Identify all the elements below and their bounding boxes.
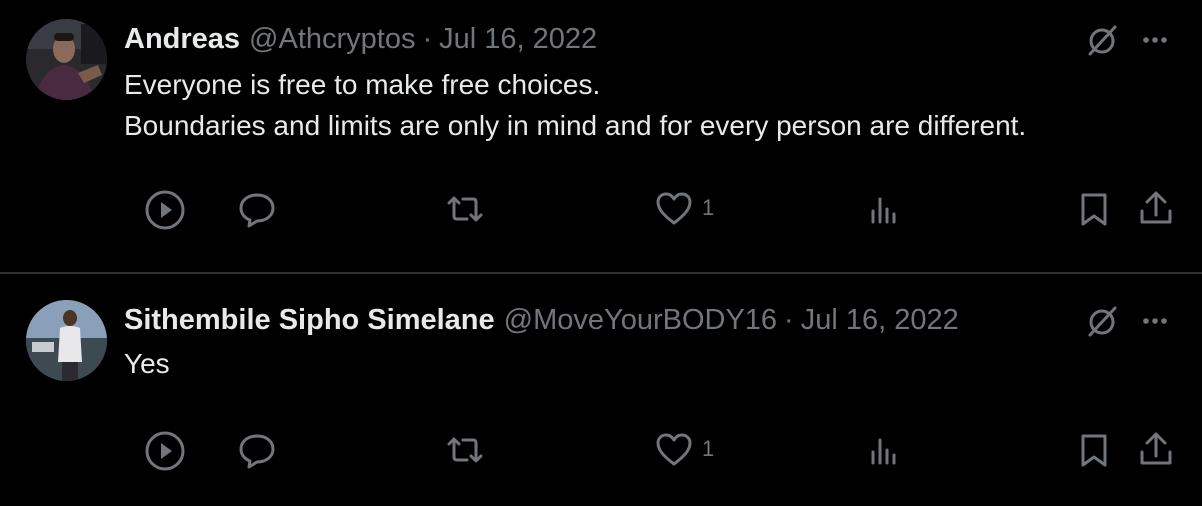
bookmark-icon <box>1081 434 1107 467</box>
tweet-text-line: Boundaries and limits are only in mind a… <box>124 110 1027 141</box>
tweet-text: Everyone is free to make free choices. B… <box>124 64 1026 146</box>
speech-bubble-icon <box>239 434 275 469</box>
tweet-header: Andreas @Athcryptos · Jul 16, 2022 <box>124 21 597 57</box>
heart-icon <box>656 192 692 225</box>
tweet-date[interactable]: Jul 16, 2022 <box>439 21 597 57</box>
grok-slash-circle-icon[interactable] <box>1082 20 1122 60</box>
like-button[interactable]: 1 <box>654 183 714 233</box>
tweet[interactable]: Andreas @Athcryptos · Jul 16, 2022 Every… <box>0 0 1202 272</box>
separator-dot: · <box>422 23 433 55</box>
tweet-text: Yes <box>124 343 170 384</box>
like-count: 1 <box>702 436 715 461</box>
share-button[interactable] <box>1134 424 1178 474</box>
avatar[interactable] <box>26 19 107 100</box>
speech-bubble-icon <box>239 193 275 228</box>
retweet-button[interactable] <box>443 424 487 474</box>
play-button[interactable] <box>142 424 188 474</box>
more-horizontal-icon[interactable] <box>1135 301 1175 341</box>
more-horizontal-icon[interactable] <box>1135 20 1175 60</box>
avatar[interactable] <box>26 300 107 381</box>
tweet-text-line: Everyone is free to make free choices. <box>124 69 601 100</box>
display-name[interactable]: Andreas <box>124 21 240 57</box>
retweet-arrows-icon <box>447 196 483 222</box>
separator-dot: · <box>784 304 794 336</box>
tweet-text-line: Yes <box>124 348 170 379</box>
share-button[interactable] <box>1134 183 1178 233</box>
heart-icon <box>656 433 692 466</box>
tweet[interactable]: Sithembile Sipho Simelane @MoveYourBODY1… <box>0 272 1202 506</box>
like-count: 1 <box>702 195 715 220</box>
views-button[interactable] <box>864 424 904 474</box>
share-upload-icon <box>1140 191 1172 224</box>
tweet-actions-bar: 1 <box>0 183 1202 233</box>
bar-chart-icon <box>871 438 896 465</box>
grok-slash-circle-icon[interactable] <box>1082 301 1122 341</box>
play-circle-icon <box>145 431 185 471</box>
play-button[interactable] <box>142 183 188 233</box>
bookmark-button[interactable] <box>1074 183 1114 233</box>
tweet-actions-bar: 1 <box>0 424 1202 474</box>
user-handle[interactable]: @MoveYourBODY16 <box>504 302 777 338</box>
retweet-button[interactable] <box>443 183 487 233</box>
share-upload-icon <box>1140 432 1172 465</box>
tweet-header: Sithembile Sipho Simelane @MoveYourBODY1… <box>124 302 959 338</box>
reply-button[interactable] <box>236 424 278 474</box>
tweet-date[interactable]: Jul 16, 2022 <box>801 302 959 338</box>
bar-chart-icon <box>871 197 896 224</box>
reply-button[interactable] <box>236 183 278 233</box>
views-button[interactable] <box>864 183 904 233</box>
tweet-top-actions <box>1072 20 1202 60</box>
tweet-top-actions <box>1072 301 1202 341</box>
retweet-arrows-icon <box>447 437 483 463</box>
play-circle-icon <box>145 190 185 230</box>
like-button[interactable]: 1 <box>654 424 714 474</box>
user-handle[interactable]: @Athcryptos <box>249 21 415 57</box>
display-name[interactable]: Sithembile Sipho Simelane <box>124 302 495 338</box>
bookmark-button[interactable] <box>1074 424 1114 474</box>
bookmark-icon <box>1081 193 1107 226</box>
